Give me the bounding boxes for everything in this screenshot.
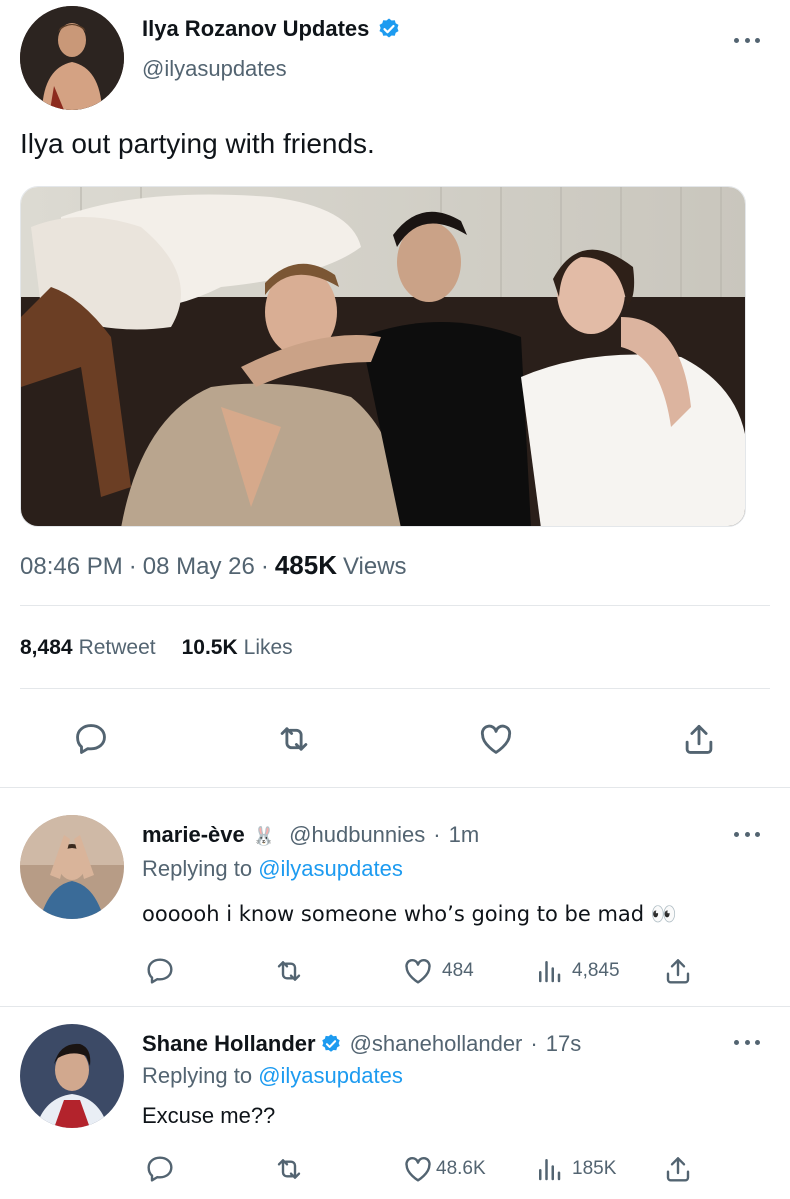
author-handle[interactable]: @ilyasupdates bbox=[142, 56, 287, 82]
like-button[interactable]: 48.6K bbox=[402, 1153, 486, 1185]
author-name[interactable]: Ilya Rozanov Updates bbox=[142, 16, 369, 42]
like-icon bbox=[405, 958, 431, 984]
tweet-stats: 8,484 Retweet 10.5K Likes bbox=[20, 636, 293, 660]
retweet-button[interactable] bbox=[274, 720, 314, 758]
retweets-count: 8,484 bbox=[20, 636, 73, 659]
share-icon bbox=[666, 1157, 690, 1182]
meta-separator: · bbox=[433, 822, 441, 847]
reply-author-handle[interactable]: @hudbunnies bbox=[289, 822, 425, 848]
reply-author-name[interactable]: Shane Hollander bbox=[142, 1031, 316, 1057]
reply-avatar[interactable] bbox=[20, 815, 124, 919]
reply-button[interactable] bbox=[144, 1153, 176, 1185]
views-count[interactable]: 485K bbox=[275, 550, 337, 581]
retweets-label: Retweet bbox=[78, 636, 156, 659]
replying-label: Replying to bbox=[142, 856, 253, 881]
divider bbox=[0, 1006, 790, 1007]
reply-author-handle[interactable]: @shanehollander bbox=[350, 1031, 523, 1057]
reply-header: marie-ève 🐰 @hudbunnies · 1m bbox=[142, 822, 479, 848]
like-count: 48.6K bbox=[436, 1158, 486, 1179]
reply-button[interactable] bbox=[72, 720, 110, 758]
like-count: 484 bbox=[442, 960, 474, 981]
retweet-icon bbox=[277, 961, 301, 981]
share-icon bbox=[666, 959, 690, 984]
views-button[interactable]: 185K bbox=[534, 1153, 616, 1185]
author-avatar[interactable] bbox=[20, 6, 124, 110]
retweet-button[interactable] bbox=[272, 955, 306, 987]
reply-avatar[interactable] bbox=[20, 1024, 124, 1128]
verified-badge-icon bbox=[321, 1034, 340, 1052]
more-options-icon[interactable] bbox=[734, 36, 760, 44]
bunny-emoji: 🐰 bbox=[252, 826, 276, 847]
divider bbox=[20, 688, 770, 689]
analytics-icon bbox=[539, 1159, 561, 1181]
reply-text: Excuse me?? bbox=[142, 1103, 276, 1128]
more-options-icon[interactable] bbox=[734, 830, 760, 838]
tweet-meta: 08:46 PM · 08 May 26 · 485K Views bbox=[20, 550, 407, 581]
meta-separator: · bbox=[530, 1031, 538, 1056]
replying-to-line: Replying to @ilyasupdates bbox=[142, 1063, 403, 1089]
replying-to-line: Replying to @ilyasupdates bbox=[142, 856, 403, 882]
divider bbox=[20, 605, 770, 606]
analytics-icon bbox=[539, 961, 561, 983]
party-photo bbox=[21, 187, 745, 526]
views-count: 4,845 bbox=[572, 960, 620, 981]
author-name-row: Ilya Rozanov Updates bbox=[142, 16, 401, 42]
replying-to-handle[interactable]: @ilyasupdates bbox=[258, 856, 403, 881]
divider bbox=[0, 787, 790, 788]
like-button[interactable] bbox=[477, 720, 515, 758]
views-label: Views bbox=[342, 553, 407, 580]
reply-icon bbox=[147, 958, 173, 984]
retweet-icon bbox=[277, 1159, 301, 1179]
meta-separator: · bbox=[128, 553, 137, 580]
verified-badge-icon bbox=[379, 18, 399, 38]
like-button[interactable]: 484 bbox=[402, 955, 474, 987]
more-options-icon[interactable] bbox=[734, 1038, 760, 1046]
share-button[interactable] bbox=[662, 1153, 694, 1185]
share-button[interactable] bbox=[662, 955, 694, 987]
reply-time[interactable]: 17s bbox=[546, 1031, 581, 1057]
reply-button[interactable] bbox=[144, 955, 176, 987]
reply-icon bbox=[76, 724, 106, 754]
likes-count: 10.5K bbox=[181, 636, 238, 659]
reply-text: oooooh i know someone who’s going to be … bbox=[142, 902, 677, 926]
retweet-button[interactable] bbox=[272, 1153, 306, 1185]
avatar-photo bbox=[20, 815, 124, 919]
replying-to-handle[interactable]: @ilyasupdates bbox=[258, 1063, 403, 1088]
like-icon bbox=[405, 1156, 431, 1182]
replying-label: Replying to bbox=[142, 1063, 253, 1088]
tweet-time: 08:46 PM bbox=[20, 553, 123, 580]
retweets-stat[interactable]: 8,484 Retweet bbox=[20, 636, 156, 660]
retweet-icon bbox=[280, 727, 308, 751]
likes-label: Likes bbox=[243, 636, 293, 659]
reply-time[interactable]: 1m bbox=[449, 822, 480, 848]
views-button[interactable]: 4,845 bbox=[534, 955, 620, 987]
reply-author-name[interactable]: marie-ève bbox=[142, 822, 245, 848]
meta-separator: · bbox=[260, 553, 269, 580]
share-button[interactable] bbox=[680, 720, 718, 758]
tweet-text: Ilya out partying with friends. bbox=[20, 128, 375, 159]
likes-stat[interactable]: 10.5K Likes bbox=[182, 636, 293, 660]
share-icon bbox=[685, 724, 713, 754]
tweet-date: 08 May 26 bbox=[142, 553, 255, 580]
tweet-photo[interactable] bbox=[20, 186, 746, 527]
avatar-photo bbox=[20, 1024, 124, 1128]
views-count: 185K bbox=[572, 1158, 617, 1179]
like-icon bbox=[480, 724, 512, 754]
reply-icon bbox=[147, 1156, 173, 1182]
avatar-photo bbox=[20, 6, 124, 110]
reply-header: Shane Hollander @shanehollander · 17s bbox=[142, 1031, 581, 1057]
